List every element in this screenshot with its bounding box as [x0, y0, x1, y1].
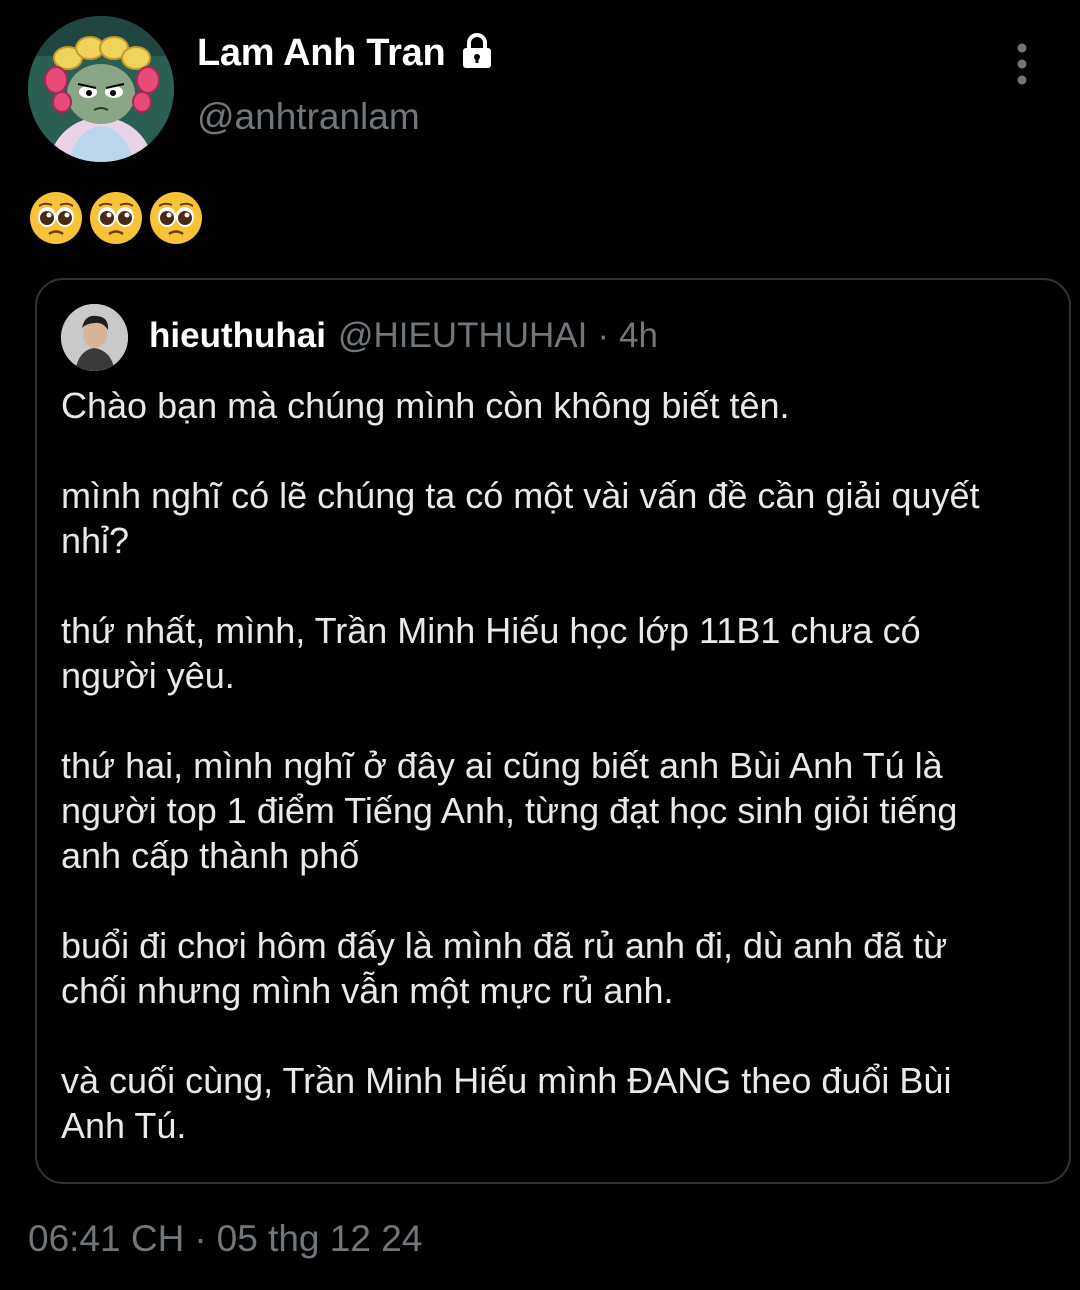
author-display-name[interactable]: Lam Anh Tran [197, 32, 446, 75]
quoted-paragraph: buổi đi chơi hôm đấy là mình đã rủ anh đ… [61, 925, 948, 1011]
author-avatar[interactable] [28, 16, 174, 162]
quoted-paragraph: và cuối cùng, Trần Minh Hiếu mình ĐANG t… [61, 1060, 952, 1146]
quoted-author-name[interactable]: hieuthuhai [149, 316, 326, 356]
pleading-face-icon [148, 190, 204, 246]
quoted-tweet-text: Chào bạn mà chúng mình còn không biết tê… [61, 383, 1021, 1148]
separator-dot: · [194, 1218, 207, 1259]
tweet-timestamp[interactable]: 06:41 CH · 05 thg 12 24 [28, 1218, 422, 1260]
pleading-face-icon [28, 190, 84, 246]
quoted-paragraph: thứ hai, mình nghĩ ở đây ai cũng biết an… [61, 745, 958, 876]
tweet-text [28, 190, 204, 246]
quoted-tweet-time[interactable]: 4h [619, 316, 658, 356]
tweet-detail: Lam Anh Tran @anhtranlam hieuthuhai @HIE… [0, 0, 1080, 1290]
quoted-paragraph: Chào bạn mà chúng mình còn không biết tê… [61, 385, 790, 426]
separator-dot: · [597, 316, 610, 355]
quoted-paragraph: mình nghĩ có lẽ chúng ta có một vài vấn … [61, 475, 980, 561]
timestamp-time: 06:41 CH [28, 1218, 185, 1259]
pleading-face-icon [88, 190, 144, 246]
quoted-author-handle[interactable]: @HIEUTHUHAI [338, 316, 587, 356]
lock-icon [457, 31, 497, 71]
author-name-row[interactable]: Lam Anh Tran [197, 32, 497, 75]
quoted-paragraph: thứ nhất, mình, Trần Minh Hiếu học lớp 1… [61, 610, 921, 696]
quoted-tweet-card[interactable]: hieuthuhai @HIEUTHUHAI · 4h Chào bạn mà … [35, 278, 1071, 1184]
more-vertical-icon[interactable] [1000, 40, 1044, 88]
timestamp-date: 05 thg 12 24 [216, 1218, 423, 1259]
quoted-tweet-header: hieuthuhai @HIEUTHUHAI · 4h [149, 316, 658, 356]
author-handle[interactable]: @anhtranlam [197, 96, 420, 138]
quoted-author-avatar[interactable] [61, 304, 128, 371]
